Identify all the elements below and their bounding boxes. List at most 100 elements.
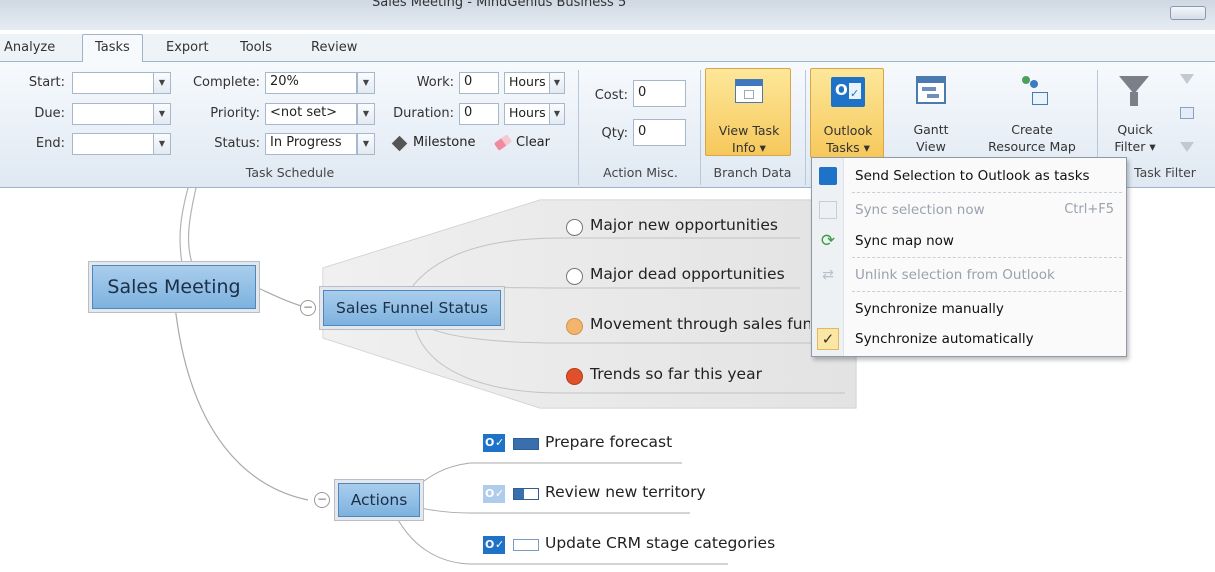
gantt-line1: Gantt (913, 122, 949, 137)
complete-dropdown[interactable]: ▼ (357, 72, 375, 94)
outlook-tasks-line2: Tasks ▾ (826, 140, 870, 155)
minimize-button[interactable] (1170, 6, 1206, 20)
eraser-icon (493, 134, 513, 151)
duration-field[interactable]: 0 (459, 103, 499, 125)
view-task-info-line1: View Task (718, 123, 780, 138)
group-label-task-schedule: Task Schedule (245, 165, 335, 180)
cost-field[interactable]: 0 (633, 80, 686, 107)
group-label-action-misc: Action Misc. (603, 165, 678, 180)
status-field[interactable]: In Progress (265, 133, 357, 155)
group-divider (578, 70, 579, 185)
group-label-branch-data: Branch Data (713, 165, 792, 180)
topic-status-circle (566, 268, 583, 285)
priority-dropdown[interactable]: ▼ (357, 103, 375, 125)
outlook-tasks-menu: Send Selection to Outlook as tasks Sync … (811, 157, 1127, 357)
duration-unit-dropdown[interactable]: ▼ (549, 103, 565, 125)
sales-funnel-node[interactable]: Sales Funnel Status (323, 290, 501, 326)
topic-major-dead[interactable]: Major dead opportunities (590, 265, 785, 283)
tab-export[interactable]: Export (166, 40, 209, 55)
quick-filter-line1: Quick (1117, 122, 1153, 137)
menu-sync-selection[interactable]: Sync selection now Ctrl+F5 (812, 196, 1126, 225)
topic-status-circle (566, 219, 583, 236)
create-resource-map-button[interactable]: Create Resource Map (976, 68, 1088, 158)
menu-send-to-outlook[interactable]: Send Selection to Outlook as tasks (812, 162, 1126, 191)
tab-analyze[interactable]: Analyze (4, 40, 55, 55)
end-date-dropdown[interactable]: ▼ (153, 133, 171, 155)
qty-label: Qty: (601, 126, 628, 141)
task-update-crm[interactable]: Update CRM stage categories (545, 534, 775, 552)
start-date-dropdown[interactable]: ▼ (153, 72, 171, 94)
work-unit-field[interactable]: Hours (504, 72, 550, 94)
ribbon-tabs: Analyze Tasks Export Tools Review (0, 34, 1215, 63)
task-progress-bar (513, 438, 539, 450)
end-label: End: (35, 136, 65, 151)
due-date-dropdown[interactable]: ▼ (153, 103, 171, 125)
cost-label: Cost: (594, 88, 628, 103)
resource-map-line2: Resource Map (988, 139, 1076, 154)
root-node[interactable]: Sales Meeting (92, 265, 256, 309)
start-date-field[interactable] (72, 72, 154, 94)
topic-status-circle (566, 368, 583, 385)
unlink-icon: ⇄ (822, 267, 834, 283)
status-label: Status: (214, 136, 260, 151)
outlook-icon (819, 167, 837, 185)
collapse-actions-button[interactable]: − (314, 492, 330, 508)
topic-major-new[interactable]: Major new opportunities (590, 216, 778, 234)
group-divider (805, 70, 806, 185)
collapse-funnel-button[interactable]: − (300, 300, 316, 316)
qty-field[interactable]: 0 (633, 119, 686, 146)
checkmark-icon: ✓ (817, 328, 839, 350)
topic-status-circle (566, 318, 583, 335)
complete-label: Complete: (192, 75, 260, 90)
menu-sync-automatically[interactable]: ✓ Synchronize automatically (812, 325, 1126, 354)
milestone-button[interactable]: Milestone (391, 134, 487, 154)
outlook-tasks-button[interactable]: O ✓ Outlook Tasks ▾ (810, 68, 884, 158)
work-label: Work: (416, 75, 454, 90)
complete-field[interactable]: 20% (265, 72, 357, 94)
resource-map-line1: Create (1011, 122, 1053, 137)
task-progress-bar (513, 539, 539, 551)
gantt-icon (916, 76, 946, 104)
work-field[interactable]: 0 (459, 72, 499, 94)
title-bar: Sales Meeting - MindGenius Business 5 (0, 0, 1215, 30)
topic-trends[interactable]: Trends so far this year (590, 365, 762, 383)
priority-field[interactable]: <not set> (265, 103, 357, 125)
gantt-view-button[interactable]: Gantt View (896, 68, 966, 158)
priority-label: Priority: (210, 106, 260, 121)
filter-table-icon[interactable] (1180, 107, 1194, 119)
menu-sync-map[interactable]: ⟳ Sync map now (812, 227, 1126, 256)
task-review-territory[interactable]: Review new territory (545, 483, 706, 501)
outlook-task-icon: O ✓ (483, 434, 505, 452)
duration-unit-field[interactable]: Hours (504, 103, 550, 125)
status-dropdown[interactable]: ▼ (357, 133, 375, 155)
menu-unlink-selection[interactable]: ⇄ Unlink selection from Outlook (812, 261, 1126, 290)
task-prepare-forecast[interactable]: Prepare forecast (545, 433, 672, 451)
filter-clear-icon[interactable] (1180, 142, 1194, 152)
group-label-task-filter: Task Filter (1134, 165, 1196, 180)
gantt-line2: View (916, 139, 946, 154)
task-progress-bar (513, 488, 539, 500)
topic-movement[interactable]: Movement through sales funnel (590, 315, 810, 333)
view-task-info-line2: Info ▾ (732, 140, 766, 155)
sync-selection-icon (819, 201, 837, 219)
tab-tools[interactable]: Tools (240, 40, 272, 55)
quick-filter-button[interactable]: Quick Filter ▾ (1110, 68, 1160, 158)
due-date-field[interactable] (72, 103, 154, 125)
outlook-tasks-line1: Outlook (823, 123, 873, 138)
clear-label: Clear (516, 135, 550, 150)
task-info-icon (735, 79, 763, 103)
tab-review[interactable]: Review (311, 40, 357, 55)
due-label: Due: (34, 106, 65, 121)
clear-button[interactable]: Clear (493, 134, 558, 154)
tab-tasks[interactable]: Tasks (82, 34, 143, 63)
view-task-info-button[interactable]: View Task Info ▾ (705, 68, 791, 156)
milestone-label: Milestone (413, 135, 476, 150)
filter-small-icon[interactable] (1180, 74, 1194, 84)
duration-label: Duration: (393, 106, 454, 121)
menu-sync-manually[interactable]: Synchronize manually (812, 295, 1126, 324)
work-unit-dropdown[interactable]: ▼ (549, 72, 565, 94)
actions-node[interactable]: Actions (338, 483, 420, 517)
refresh-icon: ⟳ (820, 231, 836, 251)
end-date-field[interactable] (72, 133, 154, 155)
outlook-task-icon: O ✓ (483, 485, 505, 503)
